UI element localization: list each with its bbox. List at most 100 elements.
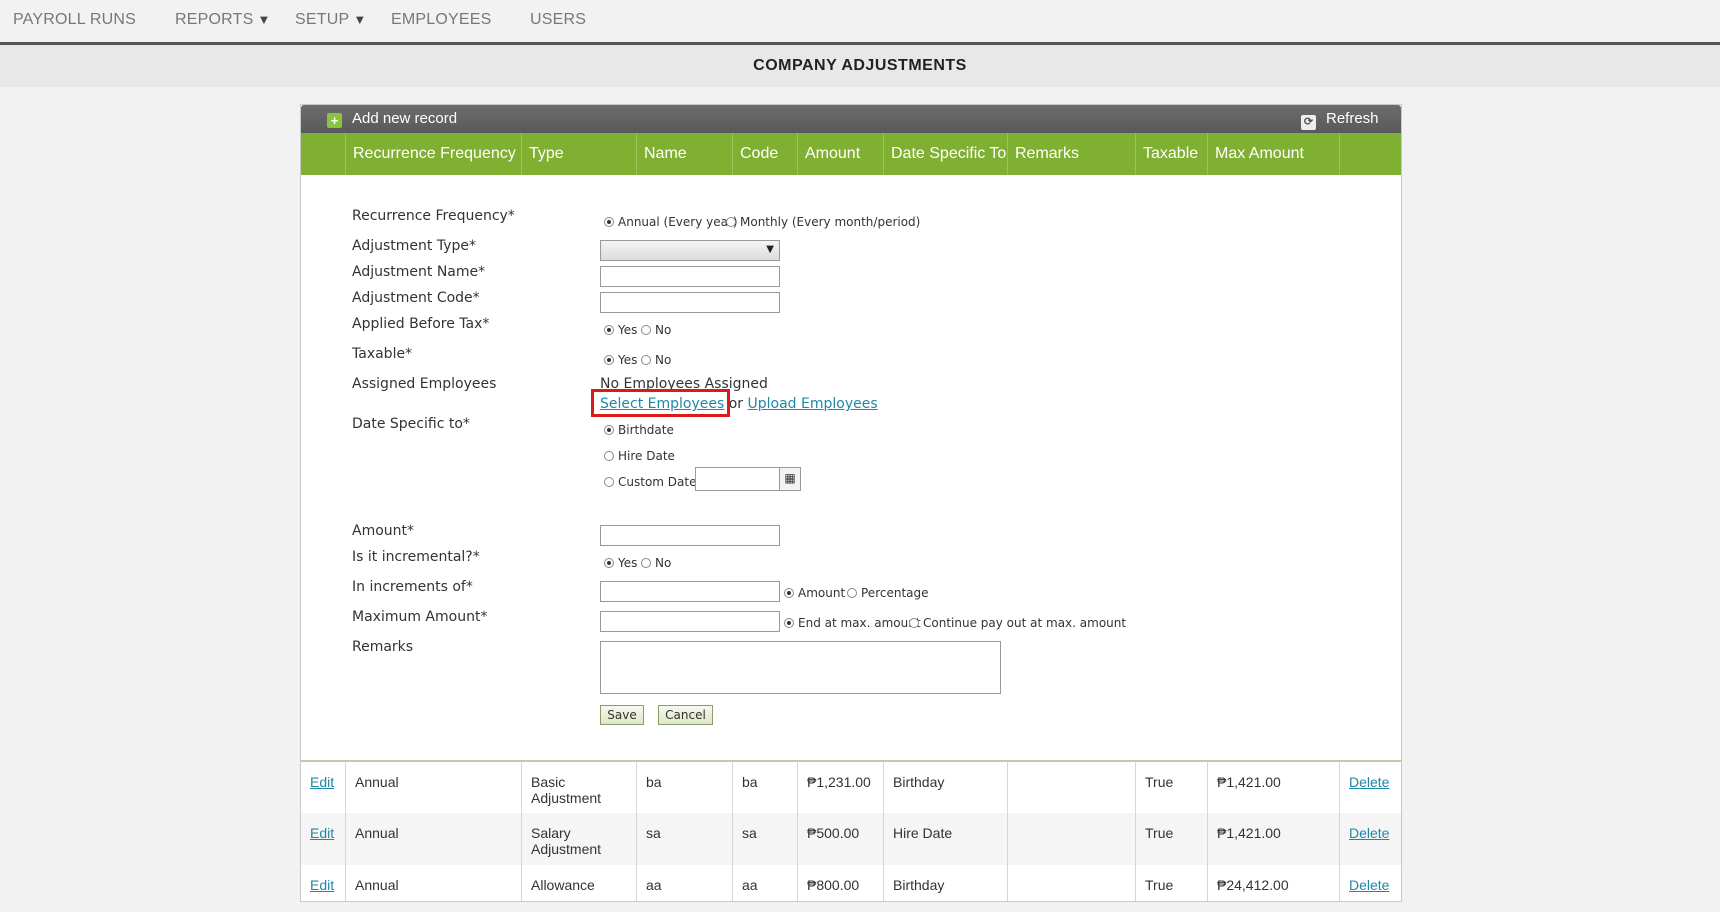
name-cell: ba [636,762,732,813]
radio-unselected-icon [909,618,919,628]
max-amount-input[interactable] [600,611,780,632]
header-taxable[interactable]: Taxable [1135,133,1207,175]
remarks-cell [1007,865,1135,901]
taxable-cell: True [1135,813,1207,865]
recurrence-annual-label: Annual (Every year) [618,215,738,229]
table-row: Edit Annual Salary Adjustment sa sa ₱500… [301,813,1401,865]
header-name[interactable]: Name [636,133,732,175]
code-cell: aa [732,865,797,901]
header-remarks[interactable]: Remarks [1007,133,1135,175]
max-amount-label: Maximum Amount* [352,609,488,625]
increment-amount-radio[interactable]: Amount [784,586,845,600]
amount-cell: ₱500.00 [797,813,883,865]
adjustments-grid: + Add new record ⟳ Refresh Recurrence Freq… [300,104,1402,902]
recurrence-annual-radio[interactable]: Annual (Every year) [604,215,738,229]
plus-icon: + [327,113,342,128]
cancel-button[interactable]: Cancel [658,705,713,725]
type-cell: Salary Adjustment [521,813,636,865]
incremental-label: Is it incremental?* [352,549,480,565]
nav-payroll-runs[interactable]: PAYROLL RUNS [13,11,136,29]
radio-selected-icon [784,588,794,598]
delete-link[interactable]: Delete [1349,877,1389,893]
recurrence-cell: Annual [345,813,521,865]
header-date-specific-to[interactable]: Date Specific To [883,133,1007,175]
header-amount[interactable]: Amount [797,133,883,175]
adjustment-code-input[interactable] [600,292,780,313]
recurrence-cell: Annual [345,865,521,901]
edit-cell: Edit [301,865,345,901]
header-max-amount[interactable]: Max Amount [1207,133,1339,175]
radio-selected-icon [604,325,614,335]
incremental-yes-radio[interactable]: Yes [604,556,637,570]
save-button[interactable]: Save [600,705,644,725]
edit-cell: Edit [301,762,345,813]
or-text: or [728,396,744,412]
delete-link[interactable]: Delete [1349,825,1389,841]
adjustment-name-input[interactable] [600,266,780,287]
radio-selected-icon [604,425,614,435]
increment-percentage-radio[interactable]: Percentage [847,586,929,600]
nav-users[interactable]: USERS [530,11,586,29]
amount-cell: ₱1,231.00 [797,762,883,813]
recurrence-cell: Annual [345,762,521,813]
caret-down-icon: ▼ [353,12,367,27]
recurrence-frequency-label: Recurrence Frequency* [352,208,515,224]
page-title: COMPANY ADJUSTMENTS [753,57,967,74]
table-row: Edit Annual Basic Adjustment ba ba ₱1,23… [301,762,1401,813]
increment-percentage-label: Percentage [861,586,929,600]
refresh-button[interactable]: ⟳ Refresh [1301,109,1379,130]
assigned-employees-label: Assigned Employees [352,376,497,392]
date-hire-date-radio[interactable]: Hire Date [604,449,675,463]
radio-unselected-icon [604,451,614,461]
header-code[interactable]: Code [732,133,797,175]
applied-before-tax-no-radio[interactable]: No [641,323,671,337]
continue-pay-out-radio[interactable]: Continue pay out at max. amount [909,616,1126,630]
nav-users-label: USERS [530,11,587,28]
delete-link[interactable]: Delete [1349,774,1389,790]
radio-unselected-icon [847,588,857,598]
end-at-max-radio[interactable]: End at max. amount [784,616,921,630]
calendar-icon[interactable]: ▦ [779,467,801,491]
taxable-cell: True [1135,865,1207,901]
nav-employees[interactable]: EMPLOYEES [391,11,492,29]
header-recurrence-frequency[interactable]: Recurrence Frequency [345,133,521,175]
nav-setup[interactable]: SETUP ▼ [295,11,366,29]
yes-label: Yes [618,353,638,367]
recurrence-monthly-radio[interactable]: Monthly (Every month/period) [726,215,920,229]
nav-reports[interactable]: REPORTS ▼ [175,11,271,29]
max-amount-cell: ₱1,421.00 [1207,813,1339,865]
upload-employees-link[interactable]: Upload Employees [748,396,878,412]
continue-pay-out-label: Continue pay out at max. amount [923,616,1127,630]
edit-link[interactable]: Edit [310,774,334,790]
header-type[interactable]: Type [521,133,636,175]
radio-selected-icon [604,355,614,365]
date-custom-date-radio[interactable]: Custom Date [604,475,696,489]
radio-unselected-icon [641,355,651,365]
radio-unselected-icon [604,477,614,487]
nav-employees-label: EMPLOYEES [391,11,492,28]
radio-unselected-icon [641,558,651,568]
taxable-no-radio[interactable]: No [641,353,671,367]
remarks-textarea[interactable] [600,641,1001,694]
amount-input[interactable] [600,525,780,546]
type-cell: Basic Adjustment [521,762,636,813]
add-new-record-button[interactable]: + Add new record [327,109,457,129]
adjustment-type-select[interactable]: ▼ [600,240,780,261]
incremental-no-radio[interactable]: No [641,556,671,570]
increments-input[interactable] [600,581,780,602]
radio-selected-icon [784,618,794,628]
grid-toolbar: + Add new record ⟳ Refresh [301,105,1401,133]
recurrence-monthly-label: Monthly (Every month/period) [740,215,921,229]
edit-link[interactable]: Edit [310,877,334,893]
adjustment-name-label: Adjustment Name* [352,264,486,280]
applied-before-tax-yes-radio[interactable]: Yes [604,323,637,337]
grid-header-row: Recurrence Frequency Type Name Code Amou… [301,133,1401,175]
edit-link[interactable]: Edit [310,825,334,841]
delete-cell: Delete [1339,762,1401,813]
date-birthdate-radio[interactable]: Birthdate [604,423,674,437]
code-cell: ba [732,762,797,813]
taxable-cell: True [1135,762,1207,813]
no-label: No [655,323,672,337]
custom-date-input[interactable] [695,467,781,491]
taxable-yes-radio[interactable]: Yes [604,353,637,367]
